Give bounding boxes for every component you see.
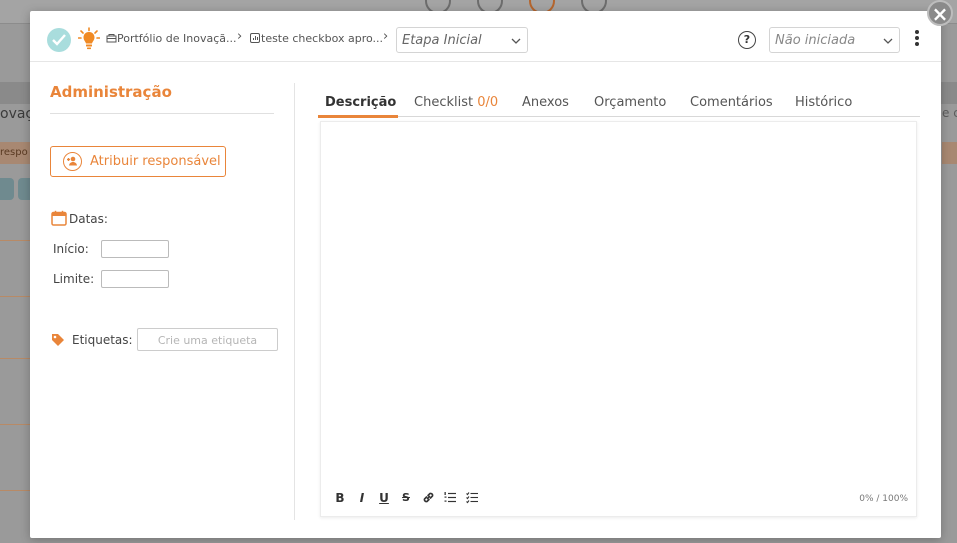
- link-icon[interactable]: [421, 491, 435, 507]
- italic-button[interactable]: I: [355, 491, 369, 505]
- tab-comentarios[interactable]: Comentários: [690, 95, 773, 110]
- tab-bar: Descrição Checklist 0/0 Anexos Orçamento…: [318, 95, 920, 118]
- dates-label: Datas:: [69, 212, 108, 226]
- background-left-chip: respo: [0, 142, 30, 164]
- help-icon[interactable]: ?: [738, 31, 756, 49]
- tab-descricao[interactable]: Descrição: [325, 95, 396, 110]
- start-date-input[interactable]: [101, 240, 169, 258]
- stage-select[interactable]: Etapa Inicial: [396, 27, 528, 53]
- tab-checklist[interactable]: Checklist 0/0: [414, 95, 498, 110]
- breadcrumb-portfolio-label: Portfólio de Inovaçã...: [117, 32, 237, 45]
- background-left-button: [0, 178, 14, 200]
- calendar-icon: [51, 210, 67, 226]
- modal-header: Portfólio de Inovaçã... › teste checkbox…: [30, 11, 941, 62]
- lightbulb-icon: [77, 27, 101, 51]
- underline-button[interactable]: U: [377, 491, 391, 505]
- limit-date-label: Limite:: [53, 272, 95, 286]
- tags-label: Etiquetas:: [72, 333, 133, 347]
- breadcrumb-separator-icon: ›: [383, 29, 389, 44]
- background-left-text: ovaçã: [0, 106, 30, 122]
- strikethrough-button[interactable]: S: [399, 491, 413, 504]
- breadcrumb-portfolio[interactable]: Portfólio de Inovaçã...: [106, 32, 236, 45]
- assign-responsible-label: Atribuir responsável: [90, 154, 221, 169]
- background-row-line: [0, 490, 30, 491]
- tag-icon: [52, 334, 64, 346]
- start-date-label: Início:: [53, 242, 89, 256]
- section-title: Administração: [50, 83, 172, 101]
- chevron-down-icon: [511, 38, 521, 44]
- tab-anexos[interactable]: Anexos: [522, 95, 569, 110]
- background-left-button: [18, 178, 30, 200]
- breadcrumb-separator-icon: ›: [237, 29, 243, 44]
- background-row-line: [0, 358, 30, 359]
- portfolio-icon: [106, 34, 117, 43]
- tab-checklist-count: 0/0: [477, 95, 499, 110]
- breadcrumb-task[interactable]: teste checkbox apro...: [250, 32, 383, 45]
- close-icon[interactable]: ×: [927, 0, 953, 26]
- tab-orcamento[interactable]: Orçamento: [594, 95, 666, 110]
- stage-select-value: Etapa Inicial: [402, 33, 482, 48]
- status-select-value: Não iniciada: [775, 33, 856, 48]
- tag-input-placeholder: Crie uma etiqueta: [157, 334, 258, 347]
- background-row-line: [0, 240, 30, 241]
- limit-date-input[interactable]: [101, 270, 169, 288]
- ordered-list-icon[interactable]: [443, 491, 457, 507]
- breadcrumb-task-label: teste checkbox apro...: [261, 32, 384, 45]
- background-row-line: [0, 296, 30, 297]
- task-modal: Portfólio de Inovaçã... › teste checkbox…: [30, 11, 941, 538]
- background-right-text: e co: [942, 106, 957, 120]
- tab-checklist-label: Checklist: [414, 95, 478, 110]
- character-counter: 0% / 100%: [859, 494, 908, 504]
- description-editor[interactable]: B I U S 0% / 100%: [320, 121, 917, 517]
- chevron-down-icon: [883, 38, 893, 44]
- user-add-icon: [63, 152, 82, 171]
- checklist-icon[interactable]: [465, 491, 479, 507]
- complete-check-icon[interactable]: [47, 28, 71, 52]
- assign-responsible-button[interactable]: Atribuir responsável: [50, 146, 226, 177]
- board-icon: [250, 33, 260, 43]
- bold-button[interactable]: B: [333, 491, 347, 505]
- status-select[interactable]: Não iniciada: [769, 27, 900, 53]
- tag-input[interactable]: Crie uma etiqueta: [137, 328, 278, 351]
- panel-divider: [294, 83, 295, 520]
- tab-historico[interactable]: Histórico: [795, 95, 852, 110]
- section-divider: [50, 113, 274, 114]
- more-options-icon[interactable]: [914, 30, 920, 48]
- active-tab-indicator: [318, 115, 398, 118]
- background-right-chip: [942, 142, 957, 164]
- background-row-line: [0, 424, 30, 425]
